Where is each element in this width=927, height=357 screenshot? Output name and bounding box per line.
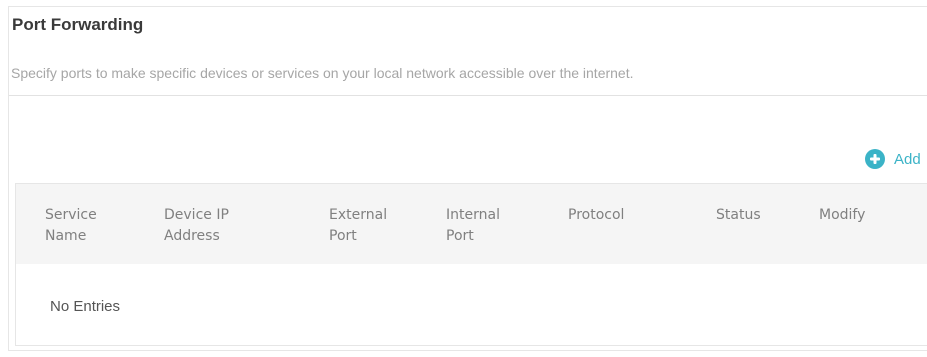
column-header-service-name[interactable]: Service Name — [45, 205, 97, 247]
empty-table-message: No Entries — [50, 298, 121, 315]
add-button-label: Add — [894, 150, 921, 168]
port-forwarding-table: Service Name Device IP Address External … — [15, 183, 927, 346]
section-title: Port Forwarding — [12, 15, 144, 34]
plus-circle-icon — [864, 148, 886, 170]
column-header-protocol[interactable]: Protocol — [568, 205, 624, 226]
table-header: Service Name Device IP Address External … — [16, 184, 927, 264]
column-header-internal-port[interactable]: Internal Port — [446, 205, 500, 247]
section-description: Specify ports to make specific devices o… — [11, 65, 634, 81]
port-forwarding-panel: Port Forwarding Specify ports to make sp… — [8, 6, 927, 351]
column-header-modify[interactable]: Modify — [819, 205, 865, 226]
add-rule-button[interactable]: Add — [864, 147, 921, 171]
section-divider — [9, 95, 927, 96]
column-header-status[interactable]: Status — [716, 205, 761, 226]
column-header-device-ip[interactable]: Device IP Address — [164, 205, 229, 247]
column-header-external-port[interactable]: External Port — [329, 205, 387, 247]
